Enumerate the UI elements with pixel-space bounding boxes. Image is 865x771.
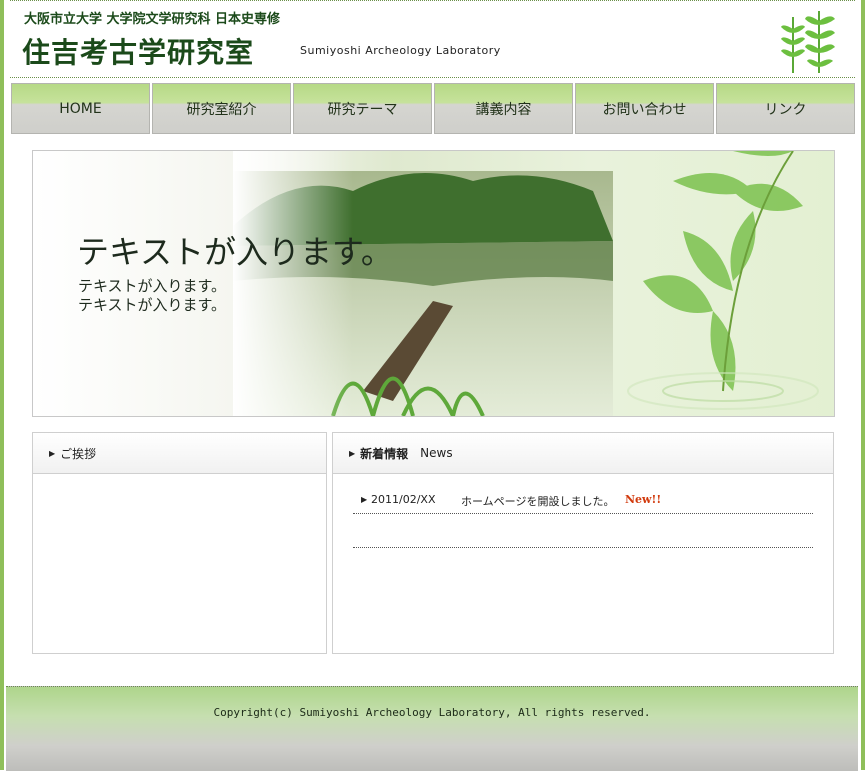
triangle-right-icon: ▶	[49, 448, 56, 458]
triangle-right-icon: ▶	[349, 448, 356, 458]
leaf-logo-icon	[781, 11, 835, 73]
copyright-text: Copyright(c) Sumiyoshi Archeology Labora…	[213, 706, 651, 719]
nav-contact[interactable]: お問い合わせ	[575, 83, 714, 134]
nav-lab-intro[interactable]: 研究室紹介	[152, 83, 291, 134]
news-heading: 新着情報	[360, 446, 409, 461]
hero-banner: テキストが入ります。 テキストが入ります。 テキストが入ります。	[32, 150, 835, 417]
new-badge: New!!	[625, 493, 662, 506]
hero-headline: テキストが入ります。	[77, 233, 393, 271]
news-item-empty	[353, 513, 813, 548]
greeting-heading: ご挨拶	[60, 446, 97, 461]
news-date: 2011/02/XX	[371, 493, 436, 506]
news-text[interactable]: ホームページを開設しました。	[461, 493, 614, 509]
site-footer: Copyright(c) Sumiyoshi Archeology Labora…	[6, 686, 858, 771]
site-header: 大阪市立大学 大学院文学研究科 日本史専修 住吉考古学研究室 Sumiyoshi…	[10, 0, 855, 78]
greeting-header: ▶ ご挨拶	[33, 433, 326, 474]
site-title-english: Sumiyoshi Archeology Laboratory	[300, 44, 501, 57]
main-nav: HOME 研究室紹介 研究テーマ 講義内容 お問い合わせ リンク	[11, 83, 855, 134]
triangle-right-icon: ▶	[361, 495, 368, 504]
hero-text-line-1: テキストが入ります。	[78, 277, 227, 295]
news-panel: ▶ 新着情報 News ▶ 2011/02/XX ホームページを開設しました。 …	[332, 432, 834, 654]
news-item[interactable]: ▶ 2011/02/XX ホームページを開設しました。 New!!	[353, 479, 813, 514]
news-heading-english: News	[420, 446, 453, 460]
nav-lectures[interactable]: 講義内容	[434, 83, 573, 134]
nav-research-theme[interactable]: 研究テーマ	[293, 83, 432, 134]
nav-home[interactable]: HOME	[11, 83, 150, 134]
greeting-panel: ▶ ご挨拶	[32, 432, 327, 654]
nav-links[interactable]: リンク	[716, 83, 855, 134]
header-subtitle: 大阪市立大学 大学院文学研究科 日本史専修	[24, 12, 281, 27]
site-title[interactable]: 住吉考古学研究室	[22, 31, 254, 71]
hero-text-line-2: テキストが入ります。	[78, 296, 227, 314]
news-header: ▶ 新着情報 News	[333, 433, 833, 474]
